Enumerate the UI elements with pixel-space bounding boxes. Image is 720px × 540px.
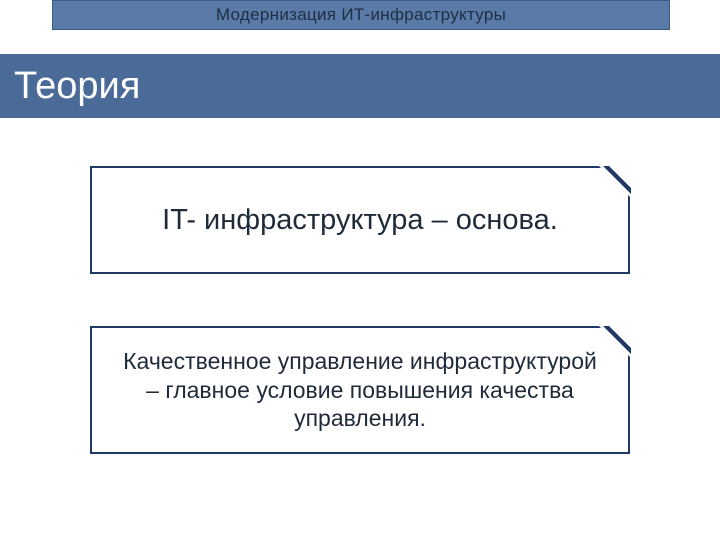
section-title-bar: Теория [0, 54, 720, 118]
callout-box-2: Качественное управление инфраструктурой … [90, 326, 630, 454]
callout-text: Качественное управление инфраструктурой … [118, 347, 602, 433]
callout-box-1: IT- инфраструктура – основа. [90, 166, 630, 274]
slide-header-bar: Модернизация ИТ-инфраструктуры [52, 0, 670, 30]
fold-corner-icon [609, 326, 631, 348]
section-title-text: Теория [14, 65, 140, 108]
callout-frame: Качественное управление инфраструктурой … [90, 326, 630, 454]
callout-frame: IT- инфраструктура – основа. [90, 166, 630, 274]
slide-header-title: Модернизация ИТ-инфраструктуры [216, 5, 506, 25]
callout-text: IT- инфраструктура – основа. [162, 202, 558, 238]
fold-corner-icon [609, 166, 631, 188]
